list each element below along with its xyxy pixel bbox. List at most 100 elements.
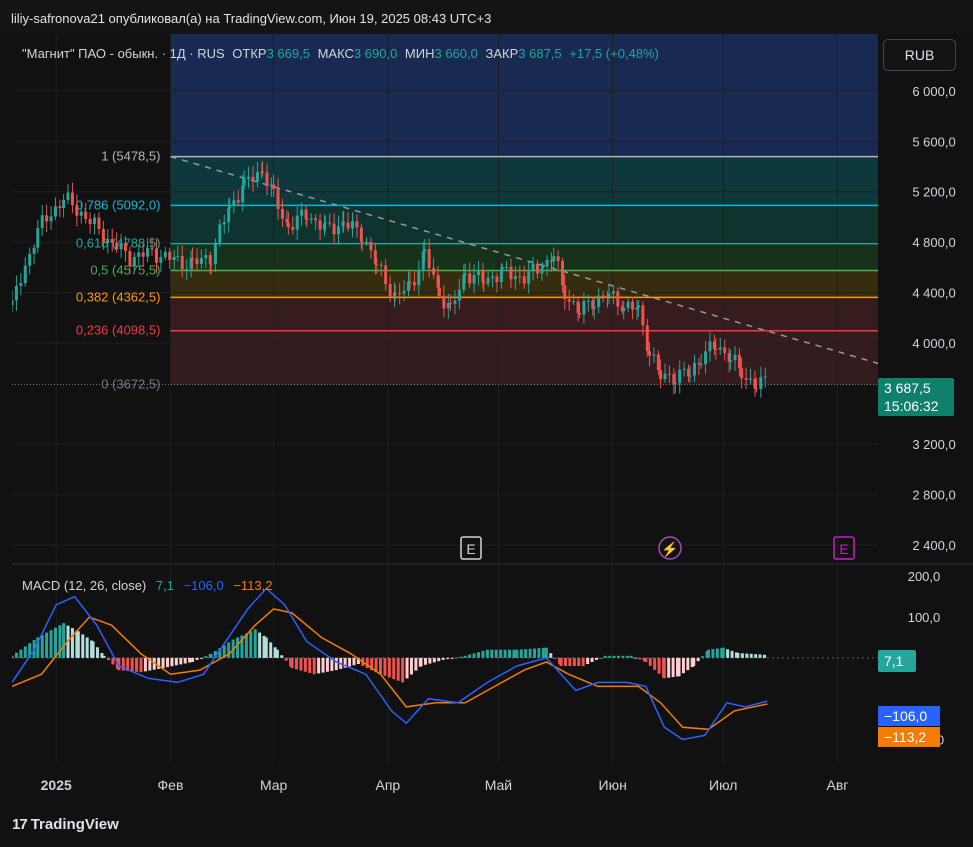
tradingview-logo-text: TradingView [30, 816, 119, 833]
macd-histogram-bar [662, 657, 666, 679]
candle-body [141, 252, 145, 257]
macd-histogram-bar [472, 653, 476, 658]
open-value: 3 669,5 [266, 46, 310, 61]
macd-histogram-bar [638, 657, 642, 660]
chart-area[interactable]: 1 (5478,5) 0,786 (5092,0) 0,618 (4788,5) 0,… [12, 34, 973, 793]
candle-body [328, 222, 332, 224]
candle-body [699, 364, 703, 366]
low-label: МИН [404, 46, 435, 61]
candle-body [437, 287, 441, 296]
close-value: 3 687,5 [518, 46, 562, 61]
candle-body [622, 307, 626, 312]
candle-body [592, 307, 596, 309]
candle-body [154, 248, 158, 263]
candle-body [535, 263, 539, 274]
candle-body [132, 256, 136, 267]
candle-body [62, 199, 66, 209]
candle-body [688, 375, 692, 377]
candle-body [509, 266, 513, 280]
candle-body [255, 172, 259, 182]
candle-body [379, 264, 383, 266]
candle-body [491, 276, 495, 278]
macd-histogram-bar [85, 637, 89, 658]
candle-body [101, 228, 105, 244]
tradingview-logo[interactable]: 17 TradingView [12, 816, 119, 833]
candle-body [641, 305, 645, 326]
candle-body [247, 176, 251, 179]
macd-histogram-bar [199, 657, 203, 659]
candle-body [704, 351, 708, 365]
macd-histogram-bar [715, 648, 719, 658]
macd-histogram-bar [544, 647, 548, 658]
macd-histogram-bar [749, 653, 753, 658]
macd-histogram-bar [758, 654, 762, 658]
macd-histogram-bar [325, 657, 329, 672]
candle-body [305, 219, 309, 221]
macd-histogram-bar [740, 653, 744, 658]
macd-hist-badge: 7,1 [878, 650, 916, 672]
candle-body [597, 295, 601, 308]
candle-body [468, 273, 472, 284]
currency-button[interactable]: RUB [883, 39, 956, 71]
candle-body [563, 285, 567, 300]
price-axis-label: 4 800,0 [912, 235, 955, 250]
macd-histogram-bar [696, 657, 700, 662]
candle-body [636, 305, 640, 308]
candle-body [119, 243, 123, 250]
candle-body [110, 239, 114, 243]
macd-histogram-bar [671, 657, 675, 678]
macd-histogram-bar [91, 641, 95, 658]
chart-canvas[interactable]: 1 (5478,5)0,786 (5092,0)0,618 (4788,5)0,… [12, 34, 973, 794]
candle-body [697, 363, 701, 365]
macd-histogram-bar [188, 657, 192, 663]
macd-histogram-bar [437, 657, 441, 662]
candle-body [393, 292, 397, 294]
candle-body [115, 242, 119, 250]
macd-histogram-bar [179, 657, 183, 665]
candle-body [365, 241, 369, 243]
price-axis-label: 2 800,0 [912, 488, 955, 503]
macd-histogram-bar [581, 657, 585, 667]
candle-body [36, 228, 40, 248]
candle-body [442, 295, 446, 309]
macd-histogram-bar [446, 657, 450, 660]
macd-axis-label: 100,0 [908, 610, 941, 625]
candle-body [545, 260, 549, 267]
candle-body [527, 270, 531, 284]
last-price: 3 687,5 [884, 380, 931, 396]
candle-body [14, 286, 18, 301]
candle-body [128, 251, 132, 267]
candle-body [495, 276, 499, 282]
publish-info: liliy-safronova21 опубликовал(а) на Trad… [11, 11, 492, 26]
candle-body [678, 369, 682, 384]
candle-body [663, 373, 667, 380]
candle-body [12, 300, 14, 306]
macd-histogram-bar [568, 657, 572, 667]
macd-histogram-bar [414, 657, 418, 671]
candle-body [763, 376, 767, 378]
macd-histogram-bar [541, 647, 545, 658]
open-label: ОТКР [232, 46, 267, 61]
high-label: МАКС [317, 46, 354, 61]
macd-histogram-bar [490, 649, 494, 658]
macd-histogram-bar [428, 657, 432, 664]
macd-histogram-bar [170, 657, 174, 667]
macd-histogram-bar [321, 657, 325, 673]
macd-histogram-bar [401, 657, 405, 683]
macd-histogram-bar [161, 657, 165, 669]
macd-histogram-bar [721, 647, 725, 658]
macd-histogram-bar [348, 657, 352, 667]
time-axis-label: Июл [709, 777, 737, 793]
candle-body [477, 270, 481, 275]
candle-body [40, 215, 44, 229]
candle-body [667, 373, 671, 375]
candle-body [251, 176, 255, 182]
macd-histogram-bar [528, 648, 532, 658]
macd-histogram-bar [264, 637, 268, 658]
candle-body [645, 325, 649, 352]
macd-histogram-bar [499, 649, 503, 658]
candle-body [232, 200, 236, 206]
candle-body [137, 252, 141, 257]
candle-body [323, 222, 327, 224]
macd-histogram-bar [53, 627, 57, 658]
